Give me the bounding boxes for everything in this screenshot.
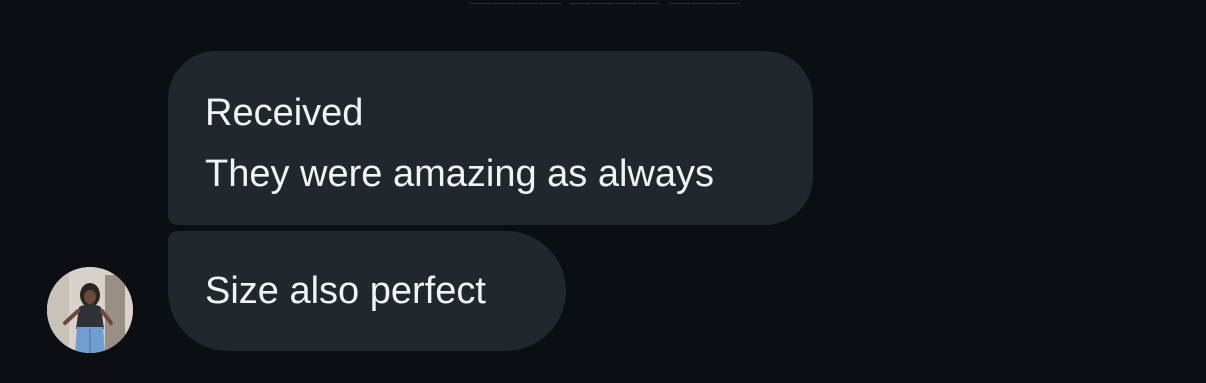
user-photo-icon [47,267,133,353]
message-text: They were amazing as always [205,153,714,195]
message-text: Size also perfect [205,270,486,312]
avatar[interactable] [47,267,133,353]
message-bubble[interactable]: Received They were amazing as always [168,51,813,225]
message-text: Received [205,92,364,134]
message-bubble[interactable]: Size also perfect [168,231,566,351]
truncated-timestamp: ▬▬▬▬ ▬▬▬▬ ▬▬▬▬ [470,0,740,4]
chat-thread: ▬▬▬▬ ▬▬▬▬ ▬▬▬▬ Received They were amazin… [0,0,1206,383]
